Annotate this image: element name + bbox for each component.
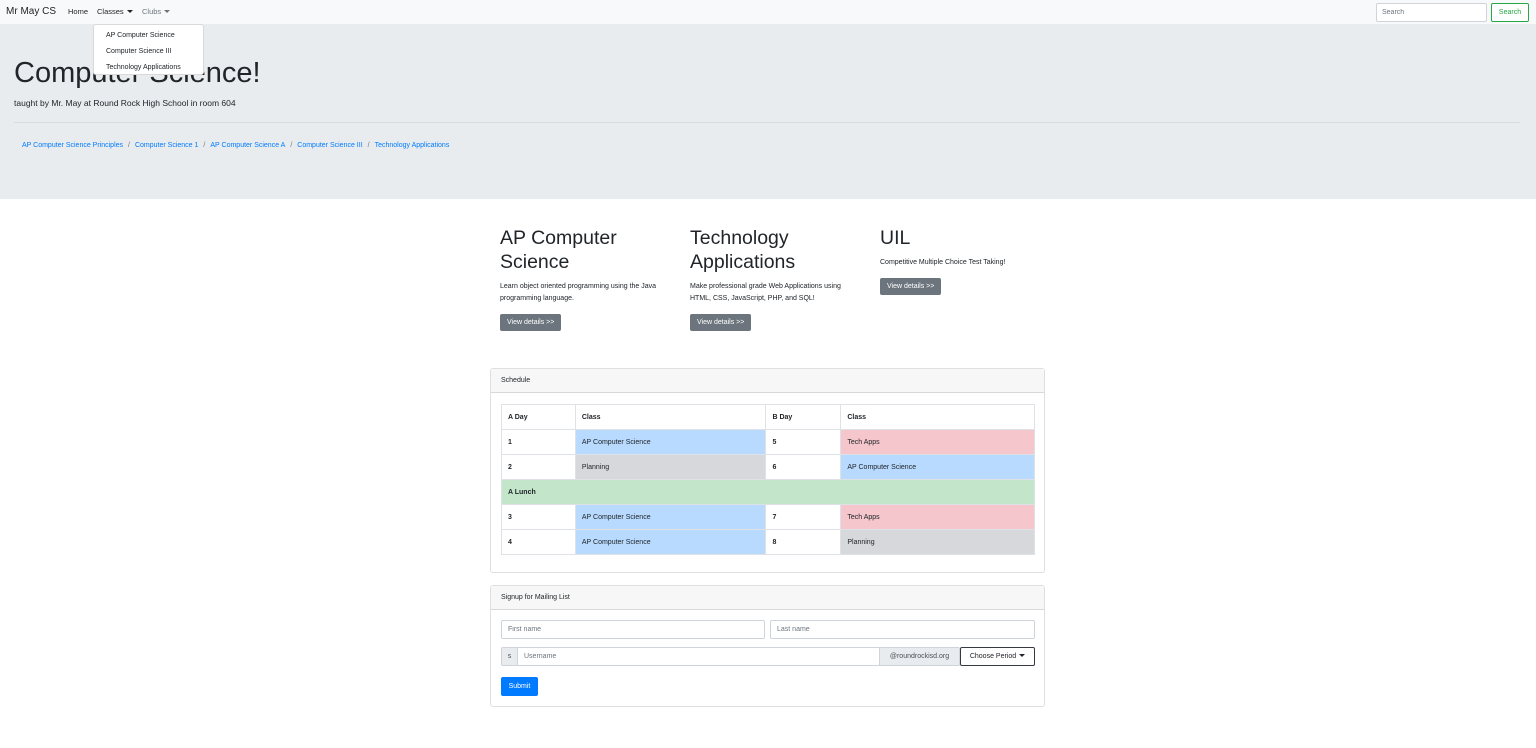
- a-day-period: 3: [501, 504, 576, 530]
- feature-uil: UIL Competitive Multiple Choice Test Tak…: [880, 226, 1040, 295]
- breadcrumb-cs1[interactable]: Computer Science 1: [135, 142, 198, 149]
- column-header: Class: [840, 404, 1035, 430]
- breadcrumb: AP Computer Science Principles / Compute…: [22, 142, 449, 149]
- hero-subtitle: taught by Mr. May at Round Rock High Sch…: [14, 98, 236, 108]
- breadcrumb-separator: /: [290, 142, 293, 149]
- caret-down-icon: [126, 10, 133, 13]
- nav-classes-dropdown[interactable]: Classes: [97, 7, 133, 16]
- breadcrumb-separator: /: [128, 142, 130, 149]
- class-cell: Planning: [574, 454, 767, 480]
- top-navbar: Mr May CS Home Classes Clubs Search: [0, 0, 1536, 24]
- feature-text: Learn object oriented programming using …: [500, 283, 657, 302]
- class-cell: Tech Apps: [840, 504, 1035, 530]
- feature-text: Competitive Multiple Choice Test Taking!: [880, 259, 1006, 266]
- last-name-input[interactable]: [770, 620, 1035, 639]
- schedule-table: A Day Class B Day Class 1 AP Computer Sc…: [501, 404, 1035, 555]
- class-cell: AP Computer Science: [574, 529, 767, 555]
- email-domain-suffix: @roundrockisd.org: [879, 647, 960, 666]
- search-button[interactable]: Search: [1491, 3, 1529, 22]
- breadcrumb-separator: /: [203, 142, 206, 149]
- b-day-period: 6: [765, 454, 842, 480]
- table-header-row: A Day Class B Day Class: [501, 404, 1035, 430]
- choose-period-dropdown[interactable]: Choose Period: [960, 647, 1035, 666]
- submit-button[interactable]: Submit: [501, 677, 538, 696]
- class-cell: AP Computer Science: [574, 429, 767, 455]
- nav-clubs-dropdown[interactable]: Clubs: [142, 7, 171, 16]
- hero-jumbotron: Computer Science! taught by Mr. May at R…: [0, 24, 1536, 199]
- column-header: Class: [574, 404, 767, 430]
- divider: [14, 122, 1520, 123]
- view-details-button[interactable]: View details >>: [690, 314, 752, 331]
- view-details-button[interactable]: View details >>: [880, 278, 942, 295]
- feature-tech-apps: Technology Applications Make professiona…: [690, 226, 850, 331]
- a-day-period: 2: [501, 454, 576, 480]
- card-header: Signup for Mailing List: [491, 586, 1044, 610]
- lunch-row: A Lunch: [501, 479, 1035, 505]
- a-day-period: 1: [501, 429, 576, 455]
- nav-home[interactable]: Home: [68, 7, 88, 16]
- username-input[interactable]: [517, 647, 880, 666]
- b-day-period: 7: [765, 504, 842, 530]
- class-cell: Planning: [840, 529, 1035, 555]
- breadcrumb-cs3[interactable]: Computer Science III: [297, 142, 362, 149]
- nav-clubs-label: Clubs: [142, 7, 162, 16]
- caret-down-icon: [164, 10, 171, 13]
- b-day-period: 8: [765, 529, 842, 555]
- dropdown-item-ap-cs[interactable]: AP Computer Science: [94, 30, 203, 46]
- mailing-list-card: Signup for Mailing List s @roundrockisd.…: [490, 585, 1045, 707]
- dropdown-item-tech-apps[interactable]: Technology Applications: [94, 62, 203, 78]
- table-row: 2 Planning 6 AP Computer Science: [501, 454, 1035, 480]
- column-header: B Day: [765, 404, 842, 430]
- choose-period-label: Choose Period: [969, 653, 1017, 660]
- classes-dropdown-menu: AP Computer Science Computer Science III…: [93, 24, 204, 75]
- feature-title: Technology Applications: [690, 227, 796, 273]
- b-day-period: 5: [765, 429, 842, 455]
- breadcrumb-ap-csp[interactable]: AP Computer Science Principles: [22, 142, 123, 149]
- breadcrumb-ap-csa[interactable]: AP Computer Science A: [210, 142, 285, 149]
- dropdown-item-cs3[interactable]: Computer Science III: [94, 46, 203, 62]
- class-cell: AP Computer Science: [574, 504, 767, 530]
- schedule-card: Schedule A Day Class B Day Class 1 AP Co…: [490, 368, 1045, 573]
- first-name-input[interactable]: [501, 620, 765, 639]
- table-row: 3 AP Computer Science 7 Tech Apps: [501, 504, 1035, 530]
- column-header: A Day: [501, 404, 576, 430]
- table-row: 4 AP Computer Science 8 Planning: [501, 529, 1035, 555]
- view-details-button[interactable]: View details >>: [500, 314, 562, 331]
- feature-title: UIL: [880, 227, 911, 249]
- breadcrumb-separator: /: [367, 142, 370, 149]
- username-prefix: s: [501, 647, 518, 666]
- table-row: 1 AP Computer Science 5 Tech Apps: [501, 429, 1035, 455]
- search-input[interactable]: [1376, 3, 1487, 22]
- feature-text: Make professional grade Web Applications…: [690, 283, 841, 302]
- class-cell: Tech Apps: [840, 429, 1035, 455]
- brand-link[interactable]: Mr May CS: [6, 6, 56, 17]
- feature-ap-cs: AP Computer Science Learn object oriente…: [500, 226, 660, 331]
- feature-title: AP Computer Science: [500, 227, 617, 273]
- lunch-cell: A Lunch: [501, 479, 1035, 505]
- breadcrumb-tech-apps[interactable]: Technology Applications: [375, 142, 450, 149]
- a-day-period: 4: [501, 529, 576, 555]
- class-cell: AP Computer Science: [840, 454, 1035, 480]
- card-header: Schedule: [491, 369, 1044, 393]
- caret-down-icon: [1019, 654, 1026, 657]
- nav-classes-label: Classes: [97, 7, 124, 16]
